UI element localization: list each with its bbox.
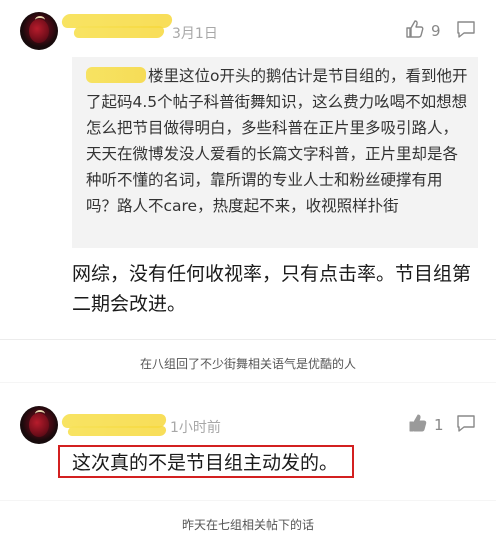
avatar[interactable] bbox=[20, 406, 58, 444]
avatar[interactable] bbox=[20, 12, 58, 50]
comment-text: 这次真的不是节目组主动发的。 bbox=[72, 452, 339, 474]
like-count: 9 bbox=[431, 22, 441, 40]
thumbs-up-outline-icon bbox=[405, 19, 425, 43]
redacted-username bbox=[67, 426, 167, 436]
redacted-username bbox=[86, 67, 146, 83]
thumbs-up-filled-icon bbox=[408, 413, 428, 437]
caption: 昨天在七组相关帖下的话 bbox=[181, 518, 314, 532]
caption: 在八组回了不少街舞相关语气是优酷的人 bbox=[139, 357, 356, 371]
like-count: 1 bbox=[434, 416, 444, 434]
divider bbox=[0, 382, 496, 383]
reply-button[interactable] bbox=[456, 20, 476, 42]
redacted-username bbox=[72, 26, 166, 38]
comment-time: 1小时前 bbox=[170, 420, 221, 436]
comment-date: 3月1日 bbox=[172, 26, 218, 42]
comment-text: 网综，没有任何收视率，只有点击率。节目组第二期会改进。 bbox=[72, 263, 472, 315]
like-button[interactable]: 9 bbox=[405, 19, 441, 43]
divider bbox=[0, 339, 496, 340]
like-button[interactable]: 1 bbox=[408, 413, 444, 437]
reply-button[interactable] bbox=[456, 414, 476, 436]
quote-body: 楼里这位o开头的鹅估计是节目组的，看到他开了起码4.5个帖子科普街舞知识，这么费… bbox=[86, 67, 468, 215]
comment-bubble-icon bbox=[456, 414, 476, 436]
quoted-comment-text: 楼里这位o开头的鹅估计是节目组的，看到他开了起码4.5个帖子科普街舞知识，这么费… bbox=[86, 63, 470, 219]
comment-bubble-icon bbox=[456, 20, 476, 42]
divider bbox=[0, 500, 496, 501]
